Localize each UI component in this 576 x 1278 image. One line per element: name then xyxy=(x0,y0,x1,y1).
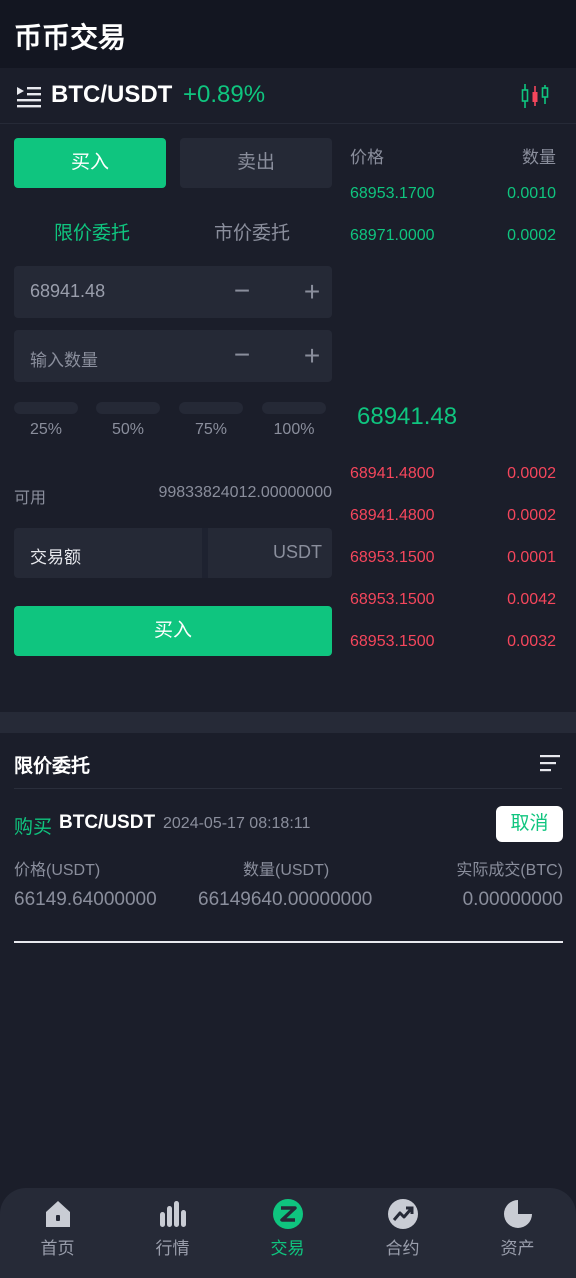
ask-qty: 0.0002 xyxy=(507,227,556,244)
bid-qty: 0.0001 xyxy=(507,549,556,566)
percent-label-50: 50% xyxy=(111,421,145,438)
ask-row[interactable]: 68971.0000 0.0002 xyxy=(350,227,556,251)
tab-trade[interactable]: 交易 xyxy=(230,1188,345,1278)
price-stepper: 68941.48 − + xyxy=(14,266,332,318)
section-divider xyxy=(0,712,576,733)
quantity-increase-button[interactable]: + xyxy=(294,338,330,374)
tab-market[interactable]: 行情 xyxy=(115,1188,230,1278)
tab-label: 交易 xyxy=(270,1239,305,1258)
quantity-stepper: 输入数量 − + xyxy=(14,330,332,382)
bid-price: 68953.1500 xyxy=(350,591,435,608)
orderbook-price-header: 价格 xyxy=(350,148,384,167)
filter-lines-icon[interactable] xyxy=(540,754,560,772)
bid-row[interactable]: 68941.4800 0.0002 xyxy=(350,465,556,489)
trade-amount-label: 交易额 xyxy=(30,548,81,567)
trade-amount-unit: USDT xyxy=(273,542,322,562)
percent-label-100: 100% xyxy=(273,421,315,438)
order-filled-value: 0.00000000 xyxy=(462,889,563,910)
quantity-decrease-button[interactable]: − xyxy=(224,338,260,374)
available-balance: 99833824012.00000000 xyxy=(158,484,332,501)
bid-price: 68941.4800 xyxy=(350,465,435,482)
pair-symbol[interactable]: BTC/USDT xyxy=(51,81,172,109)
price-increase-button[interactable]: + xyxy=(294,274,330,310)
bid-row[interactable]: 68941.4800 0.0002 xyxy=(350,507,556,531)
home-icon xyxy=(46,1201,70,1227)
trade-amount-field[interactable]: 交易额 USDT xyxy=(14,528,332,578)
cancel-order-button[interactable]: 取消 xyxy=(496,806,563,842)
tab-label: 合约 xyxy=(385,1239,420,1258)
ask-row[interactable]: 68953.1700 0.0010 xyxy=(350,185,556,209)
order-filled-header: 实际成交(BTC) xyxy=(456,862,563,879)
open-orders-panel xyxy=(0,733,576,1125)
bid-row[interactable]: 68953.1500 0.0042 xyxy=(350,591,556,615)
orderbook-qty-header: 数量 xyxy=(522,148,556,167)
market-bars-icon xyxy=(160,1201,186,1227)
bid-qty: 0.0002 xyxy=(507,465,556,482)
price-input[interactable]: 68941.48 xyxy=(30,281,105,302)
percent-step-50[interactable] xyxy=(96,402,160,414)
trade-icon xyxy=(273,1199,303,1229)
sell-tab[interactable]: 卖出 xyxy=(180,138,332,188)
page-title: 币币交易 xyxy=(14,22,127,53)
app-header: 币币交易 xyxy=(0,0,576,68)
submit-buy-button[interactable]: 买入 xyxy=(14,606,332,656)
pair-bar: BTC/USDT +0.89% xyxy=(0,68,576,124)
open-orders-title: 限价委托 xyxy=(14,756,91,777)
bid-price: 68941.4800 xyxy=(350,507,435,524)
percent-step-75[interactable] xyxy=(179,402,243,414)
quantity-input[interactable]: 输入数量 xyxy=(30,346,98,371)
percent-step-25[interactable] xyxy=(14,402,78,414)
order-qty-value: 66149640.00000000 xyxy=(198,889,373,910)
ask-price: 68953.1700 xyxy=(350,185,435,202)
tab-market-order[interactable]: 市价委托 xyxy=(214,218,290,245)
tab-contract[interactable]: 合约 xyxy=(345,1188,460,1278)
percent-label-25: 25% xyxy=(29,421,63,438)
field-divider xyxy=(202,528,208,578)
ask-qty: 0.0010 xyxy=(507,185,556,202)
order-price-header: 价格(USDT) xyxy=(14,862,101,879)
last-price: 68941.48 xyxy=(357,403,458,430)
divider xyxy=(14,788,562,789)
assets-pie-icon xyxy=(504,1199,533,1228)
percent-label-75: 75% xyxy=(194,421,228,438)
order-divider xyxy=(14,941,563,943)
percent-step-100[interactable] xyxy=(262,402,326,414)
available-label: 可用 xyxy=(14,490,47,507)
contract-trend-icon xyxy=(388,1199,418,1229)
bid-qty: 0.0042 xyxy=(507,591,556,608)
bid-price: 68953.1500 xyxy=(350,549,435,566)
tab-label: 首页 xyxy=(40,1239,75,1258)
bid-price: 68953.1500 xyxy=(350,633,435,650)
price-change: +0.89% xyxy=(183,81,266,108)
list-menu-icon[interactable] xyxy=(16,84,42,108)
order-price-value: 66149.64000000 xyxy=(14,889,157,910)
tab-home[interactable]: 首页 xyxy=(0,1188,115,1278)
bottom-tab-bar: 首页 行情 交易 合约 资产 xyxy=(0,1188,576,1278)
tab-assets[interactable]: 资产 xyxy=(460,1188,575,1278)
bid-qty: 0.0032 xyxy=(507,633,556,650)
price-decrease-button[interactable]: − xyxy=(224,274,260,310)
tab-label: 资产 xyxy=(500,1239,535,1258)
candlestick-icon[interactable] xyxy=(520,82,550,110)
bid-row[interactable]: 68953.1500 0.0001 xyxy=(350,549,556,573)
order-qty-header: 数量(USDT) xyxy=(243,862,330,879)
order-time: 2024-05-17 08:18:11 xyxy=(163,815,311,832)
bid-row[interactable]: 68953.1500 0.0032 xyxy=(350,633,556,657)
tab-limit-order[interactable]: 限价委托 xyxy=(54,218,130,245)
buy-tab[interactable]: 买入 xyxy=(14,138,166,188)
order-side: 购买 xyxy=(14,817,53,838)
tab-label: 行情 xyxy=(155,1239,190,1258)
bid-qty: 0.0002 xyxy=(507,507,556,524)
ask-price: 68971.0000 xyxy=(350,227,435,244)
order-pair: BTC/USDT xyxy=(59,812,156,833)
